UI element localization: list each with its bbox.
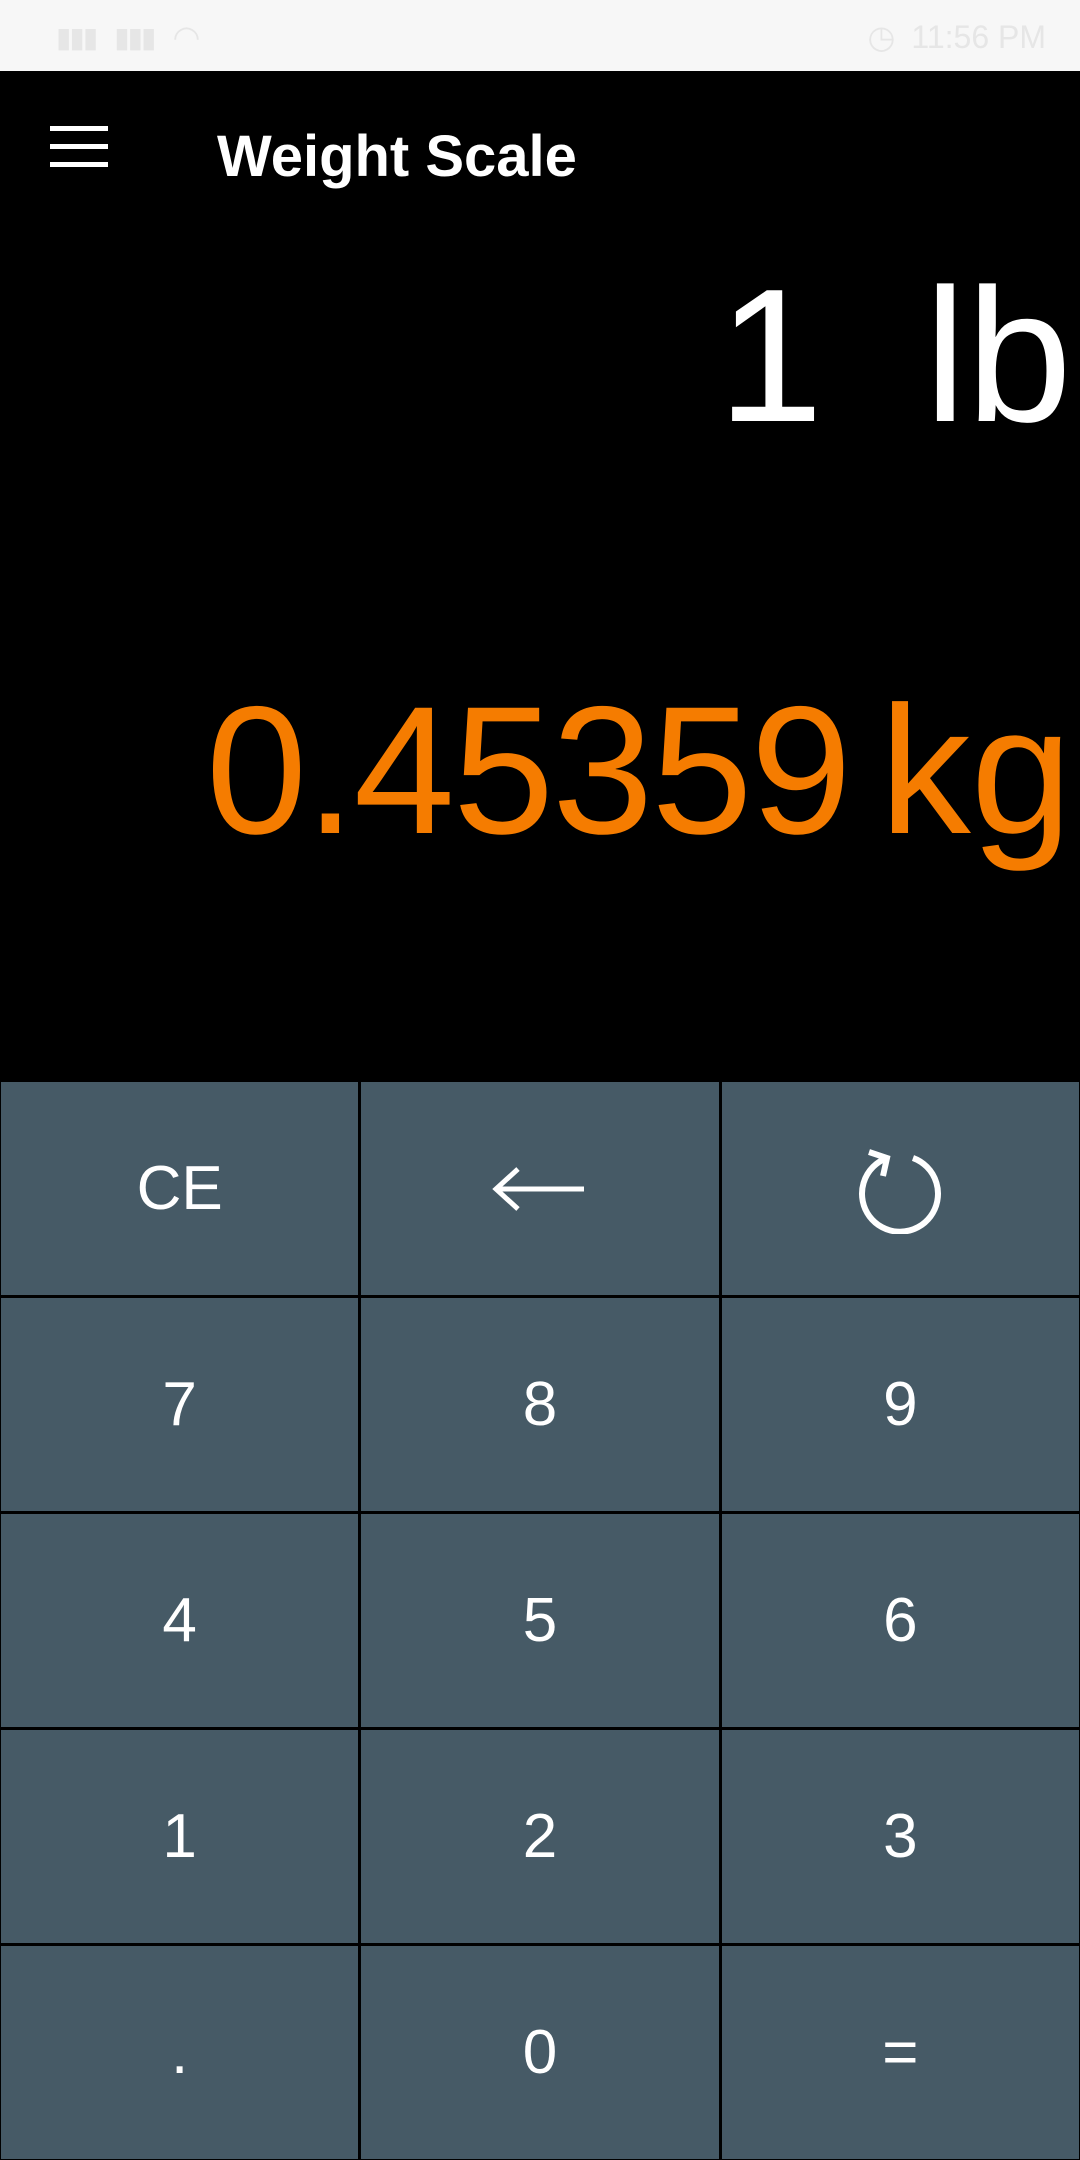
status-icons-left: ▮▮▮ ▮▮▮ ◠: [56, 18, 200, 56]
digit-4-label: 4: [162, 1586, 197, 1655]
swap-units-button[interactable]: [721, 1082, 1079, 1295]
wifi-icon: ◠: [172, 19, 201, 55]
signal-icon: ▮▮▮: [56, 21, 98, 53]
app-bar: Weight Scale: [0, 71, 1080, 241]
digit-1-label: 1: [162, 1802, 197, 1871]
digit-7-button[interactable]: 7: [1, 1298, 359, 1511]
clear-entry-button[interactable]: CE: [1, 1082, 359, 1295]
digit-2-button[interactable]: 2: [361, 1730, 719, 1943]
refresh-icon: [855, 1144, 945, 1234]
digit-3-label: 3: [883, 1802, 918, 1871]
digit-6-label: 6: [883, 1586, 918, 1655]
result-number: 0.45359: [205, 668, 852, 872]
digit-8-button[interactable]: 8: [361, 1298, 719, 1511]
decimal-point-button[interactable]: .: [1, 1946, 359, 2159]
digit-0-label: 0: [522, 2018, 558, 2087]
digit-2-label: 2: [522, 1802, 558, 1871]
menu-icon[interactable]: [50, 126, 116, 184]
digit-5-button[interactable]: 5: [361, 1514, 719, 1727]
app-title: Weight Scale: [217, 124, 577, 189]
signal-icon: ▮▮▮: [114, 21, 156, 53]
backspace-button[interactable]: [361, 1082, 719, 1295]
digit-9-button[interactable]: 9: [721, 1298, 1079, 1511]
status-time: 11:56 PM: [911, 18, 1046, 55]
equals-label: =: [882, 2018, 919, 2087]
clear-entry-label: CE: [136, 1154, 223, 1223]
status-icons-right: ◷ 11:56 PM: [867, 18, 1046, 56]
result-unit: kg: [879, 668, 1072, 872]
digit-0-button[interactable]: 0: [361, 1946, 719, 2159]
digit-1-button[interactable]: 1: [1, 1730, 359, 1943]
result-value: 0.45359 kg: [206, 679, 1072, 861]
digit-7-label: 7: [162, 1370, 197, 1439]
input-number: 1: [717, 250, 824, 462]
digit-8-label: 8: [522, 1370, 558, 1439]
digit-6-button[interactable]: 6: [721, 1514, 1079, 1727]
digit-9-label: 9: [883, 1370, 918, 1439]
input-unit: lb: [924, 250, 1072, 462]
status-bar: ▮▮▮ ▮▮▮ ◠ ◷ 11:56 PM: [0, 0, 1080, 71]
keypad: CE 7 8 9 4 5 6 1 2 3 . 0 =: [0, 1080, 1080, 2160]
digit-5-label: 5: [522, 1586, 558, 1655]
digit-4-button[interactable]: 4: [1, 1514, 359, 1727]
alarm-icon: ◷: [867, 19, 896, 55]
arrow-left-icon: [492, 1164, 588, 1214]
digit-3-button[interactable]: 3: [721, 1730, 1079, 1943]
conversion-display: 1 lb 0.45359 kg: [0, 241, 1080, 1081]
input-value: 1 lb: [718, 261, 1072, 451]
decimal-point-label: .: [171, 2018, 189, 2087]
equals-button[interactable]: =: [721, 1946, 1079, 2159]
